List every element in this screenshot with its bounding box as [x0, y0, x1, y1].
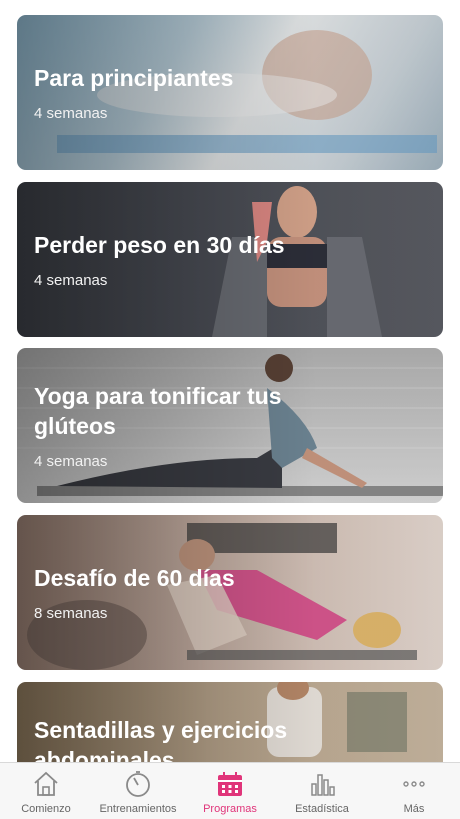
program-list: Para principiantes 4 semanas Perder peso…	[0, 0, 460, 762]
program-duration: 4 semanas	[34, 453, 108, 470]
tab-entrenamientos[interactable]: Entrenamientos	[92, 763, 184, 819]
program-card-yoga[interactable]: Yoga para tonificar tus glúteos 4 semana…	[17, 348, 443, 503]
program-card-60-day-challenge[interactable]: Desafío de 60 días 8 semanas	[17, 515, 443, 670]
program-duration: 4 semanas	[34, 272, 108, 289]
home-icon	[34, 771, 58, 796]
program-title: Desafío de 60 días	[34, 565, 235, 591]
tab-label: Más	[403, 803, 425, 815]
program-title: Perder peso en 30 días	[34, 232, 285, 258]
tab-estadistica[interactable]: Estadística	[276, 763, 368, 819]
program-duration: 4 semanas	[34, 105, 108, 122]
stopwatch-icon	[126, 771, 150, 797]
tab-label: Entrenamientos	[99, 803, 177, 815]
tab-comienzo[interactable]: Comienzo	[0, 763, 92, 819]
tab-label: Comienzo	[21, 803, 71, 815]
calendar-icon	[218, 772, 242, 796]
tab-programas[interactable]: Programas	[184, 763, 276, 819]
bar-chart-icon	[311, 774, 335, 796]
program-card-beginners[interactable]: Para principiantes 4 semanas	[17, 15, 443, 170]
program-title: Sentadillas y ejercicios abdominales	[34, 717, 288, 762]
program-title: Yoga para tonificar tus glúteos	[34, 383, 282, 439]
tab-mas[interactable]: Más	[368, 763, 460, 819]
program-duration: 8 semanas	[34, 605, 108, 622]
bottom-tab-bar: Comienzo Entrenamientos Programas Estadí…	[0, 762, 460, 819]
more-icon	[403, 781, 425, 787]
program-title: Para principiantes	[34, 65, 234, 91]
tab-label: Estadística	[295, 803, 349, 815]
tab-label: Programas	[203, 803, 257, 815]
program-card-squats-abs[interactable]: Sentadillas y ejercicios abdominales	[17, 682, 443, 762]
program-card-weight-loss[interactable]: Perder peso en 30 días 4 semanas	[17, 182, 443, 337]
